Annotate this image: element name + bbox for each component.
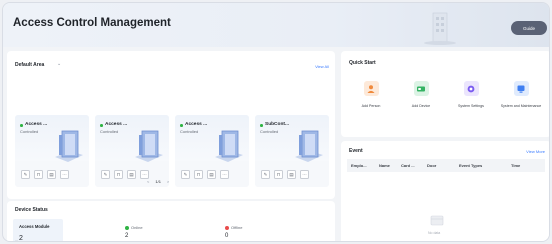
- quick-start-panel: Quick Start Add Person Add Device System…: [341, 51, 549, 137]
- empty-box-icon: [430, 215, 444, 226]
- online-dot-icon: [125, 226, 129, 230]
- column-header[interactable]: Time: [511, 163, 520, 168]
- more-icon[interactable]: ⋯: [220, 170, 229, 179]
- column-header[interactable]: Emplo...: [351, 163, 367, 168]
- device-status-title: Device Status: [15, 207, 48, 213]
- page-title: Access Control Management: [13, 17, 171, 29]
- edit-icon[interactable]: ✎: [261, 170, 270, 179]
- add-device-button[interactable]: Add Device: [399, 81, 443, 109]
- column-header[interactable]: Card ...: [401, 163, 415, 168]
- header-banner: Access Control Management Guide: [3, 3, 549, 47]
- system-maintenance-button[interactable]: System and Maintenance: [499, 81, 543, 109]
- empty-text: No data: [428, 231, 441, 235]
- current-page[interactable]: 1/1: [155, 179, 161, 184]
- door-name: Access ...: [185, 122, 208, 127]
- door-icon: [215, 130, 243, 162]
- lock-icon[interactable]: ⊓: [114, 170, 123, 179]
- door-card[interactable]: Access ... Controlled ✎ ⊓ ▤ ⋯: [95, 115, 169, 187]
- lock-icon[interactable]: ⊓: [34, 170, 43, 179]
- next-page-button[interactable]: >: [167, 179, 169, 184]
- lock-icon[interactable]: ⊓: [274, 170, 283, 179]
- record-icon[interactable]: ▤: [287, 170, 296, 179]
- edit-icon[interactable]: ✎: [181, 170, 190, 179]
- door-card[interactable]: Access ... Controlled ✎ ⊓ ▤ ⋯: [175, 115, 249, 187]
- view-more-link[interactable]: View More: [526, 149, 545, 154]
- offline-dot-icon: [225, 226, 229, 230]
- chevron-down-icon[interactable]: ⌄: [57, 61, 61, 67]
- access-module-tab[interactable]: Access Module ... 2: [13, 219, 63, 242]
- prev-page-button[interactable]: <: [147, 179, 149, 184]
- door-icon: [295, 130, 323, 162]
- default-area-title[interactable]: Default Area: [15, 62, 44, 68]
- record-icon[interactable]: ▤: [47, 170, 56, 179]
- event-panel: Event View More Emplo... Name Card ... D…: [341, 141, 549, 241]
- add-device-icon: [413, 81, 429, 96]
- door-icon: [135, 130, 163, 162]
- door-name: Access ...: [105, 122, 128, 127]
- view-all-link[interactable]: View All: [315, 64, 329, 69]
- add-person-button[interactable]: Add Person: [349, 81, 393, 109]
- door-name: SubCont...: [265, 122, 289, 127]
- device-count: 2: [19, 235, 23, 242]
- door-card[interactable]: SubCont... Controlled ✎ ⊓ ▤ ⋯: [255, 115, 329, 187]
- event-title: Event: [349, 148, 363, 154]
- pagination: < 1/1 >: [147, 179, 169, 184]
- column-header[interactable]: Door: [427, 163, 436, 168]
- column-header[interactable]: Name: [379, 163, 390, 168]
- more-icon[interactable]: ⋯: [60, 170, 69, 179]
- online-status-dot: [20, 124, 23, 127]
- default-area-panel: Default Area ⌄ View All Access ... Contr…: [7, 51, 335, 199]
- gear-icon: [463, 81, 479, 96]
- offline-count: 0: [225, 233, 229, 239]
- door-status: Controlled: [180, 129, 199, 134]
- more-icon[interactable]: ⋯: [140, 170, 149, 179]
- door-status: Controlled: [100, 129, 119, 134]
- door-name: Access ...: [25, 122, 48, 127]
- lock-icon[interactable]: ⊓: [194, 170, 203, 179]
- door-status: Controlled: [260, 129, 279, 134]
- quick-start-title: Quick Start: [349, 60, 376, 66]
- edit-icon[interactable]: ✎: [21, 170, 30, 179]
- maintenance-icon: [513, 81, 529, 96]
- event-table-header: Emplo... Name Card ... Door Event Types …: [347, 159, 545, 172]
- guide-button[interactable]: Guide: [511, 21, 547, 35]
- online-count: 2: [125, 233, 129, 239]
- door-status: Controlled: [20, 129, 39, 134]
- online-status-dot: [180, 124, 183, 127]
- device-status-panel: Device Status Access Module ... 2 Online…: [7, 201, 335, 242]
- column-header[interactable]: Event Types: [459, 163, 482, 168]
- online-status-dot: [100, 124, 103, 127]
- edit-icon[interactable]: ✎: [101, 170, 110, 179]
- system-settings-button[interactable]: System Settings: [449, 81, 493, 109]
- app-window: Access Control Management Guide Default …: [2, 2, 550, 242]
- record-icon[interactable]: ▤: [207, 170, 216, 179]
- door-icon: [55, 130, 83, 162]
- add-person-icon: [363, 81, 379, 96]
- more-icon[interactable]: ⋯: [300, 170, 309, 179]
- record-icon[interactable]: ▤: [127, 170, 136, 179]
- building-illustration-icon: [424, 12, 456, 45]
- door-card[interactable]: Access ... Controlled ✎ ⊓ ▤ ⋯: [15, 115, 89, 187]
- online-status-dot: [260, 124, 263, 127]
